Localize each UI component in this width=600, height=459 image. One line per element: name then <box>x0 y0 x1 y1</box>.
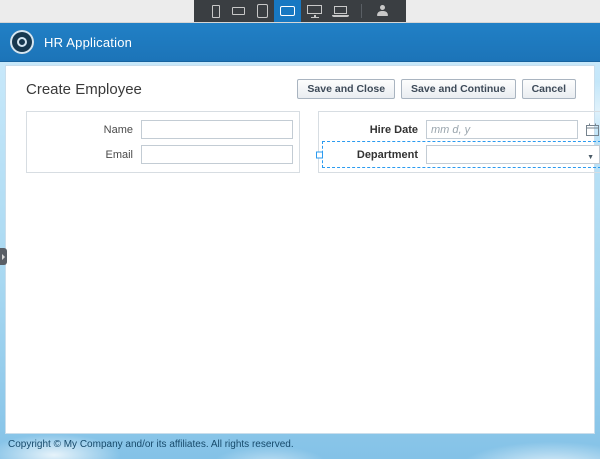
laptop-icon[interactable] <box>328 0 353 22</box>
tablet-portrait-icon[interactable] <box>251 0 274 22</box>
form-area: Name Email Hire Date mm d, y Department … <box>6 99 600 173</box>
selection-handle-left[interactable] <box>316 151 323 158</box>
app-title: HR Application <box>44 34 133 50</box>
device-strip <box>194 0 406 22</box>
hire-date-label: Hire Date <box>369 123 418 136</box>
department-select[interactable] <box>426 145 600 164</box>
name-field-row: Name <box>33 117 293 142</box>
desktop-icon[interactable] <box>301 0 328 22</box>
form-box-left: Name Email <box>26 111 300 173</box>
user-glyph <box>376 5 388 17</box>
email-input[interactable] <box>141 145 293 164</box>
toolbar-divider <box>361 4 362 18</box>
email-field-row: Email <box>33 142 293 167</box>
department-field-row[interactable]: Department <box>316 141 600 168</box>
phone-portrait-glyph <box>212 4 220 18</box>
department-label: Department <box>356 148 418 161</box>
desktop-glyph <box>307 4 322 14</box>
hire-date-input[interactable] <box>426 120 578 139</box>
action-button-group: Save and Close Save and Continue Cancel <box>297 79 576 99</box>
name-input[interactable] <box>141 120 293 139</box>
app-window: HR Application Create Employee Save and … <box>0 0 600 459</box>
form-box-right: Hire Date Depart <box>316 111 600 173</box>
save-and-close-button[interactable]: Save and Close <box>297 79 396 99</box>
tablet-portrait-glyph <box>257 4 268 18</box>
hire-date-field-row: Hire Date <box>323 117 600 142</box>
app-logo-icon <box>10 30 34 54</box>
phone-landscape-glyph <box>232 7 245 15</box>
collapsed-panel-handle[interactable] <box>0 248 7 265</box>
tablet-landscape-glyph <box>280 6 295 16</box>
app-header: HR Application <box>0 23 600 62</box>
user-menu-icon[interactable] <box>370 0 394 22</box>
dropdown-arrow-icon <box>587 146 594 164</box>
cancel-button[interactable]: Cancel <box>521 79 576 99</box>
page-background: Create Employee Save and Close Save and … <box>0 62 600 459</box>
content-panel: Create Employee Save and Close Save and … <box>5 65 600 434</box>
laptop-glyph <box>332 6 349 17</box>
save-and-continue-button[interactable]: Save and Continue <box>401 79 516 99</box>
calendar-icon[interactable] <box>586 123 600 136</box>
device-toolbar <box>0 0 600 23</box>
email-label: Email <box>105 148 133 161</box>
tablet-landscape-icon[interactable] <box>274 0 301 22</box>
page-header: Create Employee Save and Close Save and … <box>6 66 594 99</box>
page-title: Create Employee <box>26 80 142 98</box>
phone-portrait-icon[interactable] <box>206 0 226 22</box>
name-label: Name <box>103 123 133 136</box>
calendar-glyph <box>586 123 599 136</box>
phone-landscape-icon[interactable] <box>226 0 251 22</box>
footer-copyright: Copyright © My Company and/or its affili… <box>8 439 294 450</box>
